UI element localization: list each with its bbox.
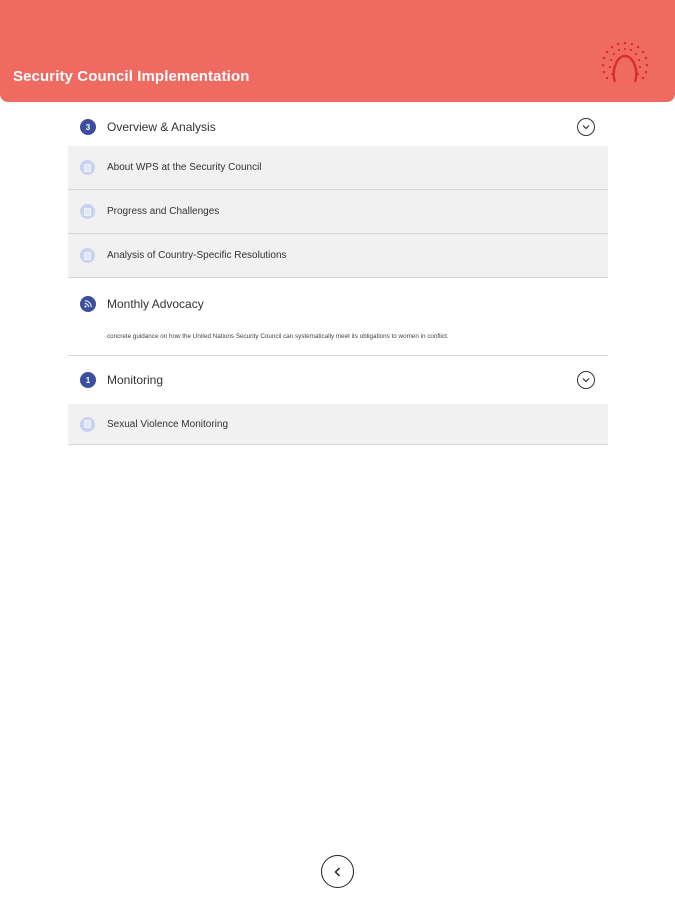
- chevron-down-icon: [582, 125, 590, 130]
- list-item-label: Progress and Challenges: [107, 206, 220, 217]
- content-list: 3 Overview & Analysis About WPS at the S…: [68, 108, 608, 445]
- document-icon: [80, 248, 95, 263]
- count-badge: 3: [80, 119, 96, 135]
- chevron-left-icon: [333, 866, 340, 877]
- collapse-button[interactable]: [577, 118, 595, 136]
- list-item-label: Sexual Violence Monitoring: [107, 418, 229, 430]
- list-item-progress-challenges[interactable]: Progress and Challenges: [68, 190, 608, 234]
- chevron-down-icon: [582, 378, 590, 383]
- section-overview-analysis[interactable]: 3 Overview & Analysis: [68, 108, 608, 146]
- section-monthly-advocacy[interactable]: Monthly Advocacy The Monthly Action Poin…: [68, 278, 608, 356]
- document-icon: [80, 416, 95, 432]
- section-title: Monthly Advocacy: [107, 297, 204, 311]
- section-title: Overview & Analysis: [107, 120, 216, 134]
- dotted-ring-logo-icon: [601, 41, 649, 83]
- rss-icon: [80, 296, 96, 312]
- section-title: Monitoring: [107, 373, 164, 387]
- document-icon: [80, 204, 95, 219]
- page-title: Security Council Implementation: [13, 68, 250, 85]
- section-monitoring[interactable]: 1 Monitoring: [68, 356, 608, 404]
- back-button[interactable]: [321, 855, 354, 888]
- app-header: Security Council Implementation: [0, 0, 675, 102]
- list-item-country-analysis[interactable]: Analysis of Country-Specific Resolutions: [68, 234, 608, 278]
- advocacy-header: Monthly Advocacy: [68, 278, 608, 330]
- collapse-button[interactable]: [577, 371, 595, 389]
- count-badge: 1: [80, 372, 96, 388]
- list-item-label: Analysis of Country-Specific Resolutions: [107, 250, 287, 261]
- document-icon: [80, 160, 95, 175]
- list-item-about-wps[interactable]: About WPS at the Security Council: [68, 146, 608, 190]
- list-item-sexual-violence-monitoring[interactable]: Sexual Violence Monitoring: [68, 404, 608, 445]
- list-item-label: About WPS at the Security Council: [107, 162, 262, 173]
